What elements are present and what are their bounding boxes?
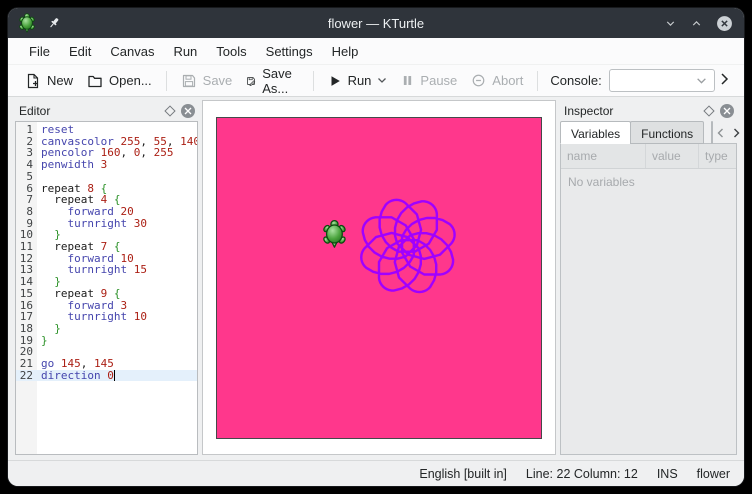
menu-bar: FileEditCanvasRunToolsSettingsHelp [8,38,744,65]
tab-variables[interactable]: Variables [560,121,631,144]
save-as-icon [246,73,256,89]
chevron-down-icon [377,77,387,84]
save-as-button-label: Save As... [262,66,298,96]
pause-button[interactable]: Pause [394,70,464,91]
run-button-label: Run [348,73,372,88]
column-name: name [561,144,646,168]
inspector-close-icon[interactable] [720,104,734,118]
abort-icon [471,73,486,88]
turtle-canvas [216,117,542,439]
table-empty-message: No variables [561,169,736,195]
toolbar-separator [313,71,314,91]
open-button[interactable]: Open... [80,70,159,92]
editor-dock: Editor 1reset2canvascolor 255, 55, 1403p… [15,100,198,455]
chevron-right-icon[interactable] [733,128,740,138]
menu-settings[interactable]: Settings [257,41,322,62]
toolbar: New Open... Save Save As... [8,65,744,97]
console-combobox[interactable] [609,69,715,92]
line-number: 15 [16,288,37,300]
line-number: 8 [16,206,37,218]
chevron-left-icon[interactable] [717,128,724,138]
chevron-right-icon [719,72,730,86]
line-number: 5 [16,171,37,183]
column-type: type [699,144,736,168]
editor-dock-header[interactable]: Editor [15,100,198,121]
pause-icon [401,74,414,87]
run-button[interactable]: Run [321,70,395,91]
save-icon [181,73,197,89]
column-value: value [646,144,699,168]
minimize-icon[interactable] [664,17,677,30]
abort-button-label: Abort [492,73,523,88]
variables-table: namevaluetype No variables [560,143,737,455]
status-cursor-position: Line: 22 Column: 12 [526,467,638,481]
code-lines: 1reset2canvascolor 255, 55, 1403pencolor… [16,124,197,381]
line-number: 11 [16,241,37,253]
line-number: 1 [16,124,37,136]
code-editor[interactable]: 1reset2canvascolor 255, 55, 1403pencolor… [15,121,198,455]
new-file-icon [25,73,41,89]
editor-close-icon[interactable] [181,104,195,118]
inspector-dock-title: Inspector [564,104,705,118]
tab-scroll-buttons [713,121,743,144]
menu-run[interactable]: Run [164,41,206,62]
status-input-mode: INS [657,467,678,481]
status-bar: English [built in] Line: 22 Column: 12 I… [8,460,744,486]
turtle-icon[interactable] [18,13,36,33]
kturtle-window: flower — KTurtle FileEditCanvasRunToolsS… [8,8,744,486]
inspector-float-icon[interactable] [703,105,714,116]
menu-canvas[interactable]: Canvas [101,41,163,62]
window-title: flower — KTurtle [8,16,744,31]
new-button[interactable]: New [18,70,80,92]
editor-float-icon[interactable] [164,105,175,116]
menu-tools[interactable]: Tools [207,41,255,62]
pin-icon[interactable] [47,16,61,30]
status-document-name: flower [697,467,730,481]
menu-file[interactable]: File [20,41,59,62]
console-label: Console: [550,73,601,88]
tab-functions[interactable]: Functions [630,121,704,144]
code-line-19[interactable]: 19} [16,335,197,347]
inspector-dock: Inspector VariablesFunctions [560,100,737,455]
save-button-label: Save [203,73,233,88]
text-cursor [114,370,115,381]
abort-button[interactable]: Abort [464,70,530,91]
inspector-tabs: VariablesFunctions [560,121,703,144]
line-number: 22 [16,370,37,382]
maximize-icon[interactable] [690,17,703,30]
open-folder-icon [87,73,103,89]
title-bar[interactable]: flower — KTurtle [8,8,744,38]
inspector-dock-header[interactable]: Inspector [560,100,737,121]
chevron-down-icon [696,77,707,85]
toolbar-extension-button[interactable] [715,69,734,92]
play-icon [328,74,342,88]
editor-dock-title: Editor [19,104,166,118]
line-number: 21 [16,358,37,370]
canvas-view [202,100,556,455]
close-icon[interactable] [716,15,733,32]
new-button-label: New [47,73,73,88]
screenshot-background: { "window": {"title": "flower — KTurtle"… [0,0,752,494]
open-button-label: Open... [109,73,152,88]
line-number: 18 [16,323,37,335]
save-button[interactable]: Save [174,70,240,92]
table-header: namevaluetype [561,144,736,169]
menu-help[interactable]: Help [323,41,368,62]
save-as-button[interactable]: Save As... [239,63,305,99]
code-line-4[interactable]: 4penwidth 3 [16,159,197,171]
code-line-22[interactable]: 22direction 0 [16,370,197,382]
toolbar-separator [166,71,167,91]
pause-button-label: Pause [420,73,457,88]
status-language: English [built in] [419,467,507,481]
main-area: Editor 1reset2canvascolor 255, 55, 1403p… [8,97,744,460]
inspector-tab-bar: VariablesFunctions [560,121,737,144]
toolbar-separator [537,71,538,91]
menu-edit[interactable]: Edit [60,41,100,62]
